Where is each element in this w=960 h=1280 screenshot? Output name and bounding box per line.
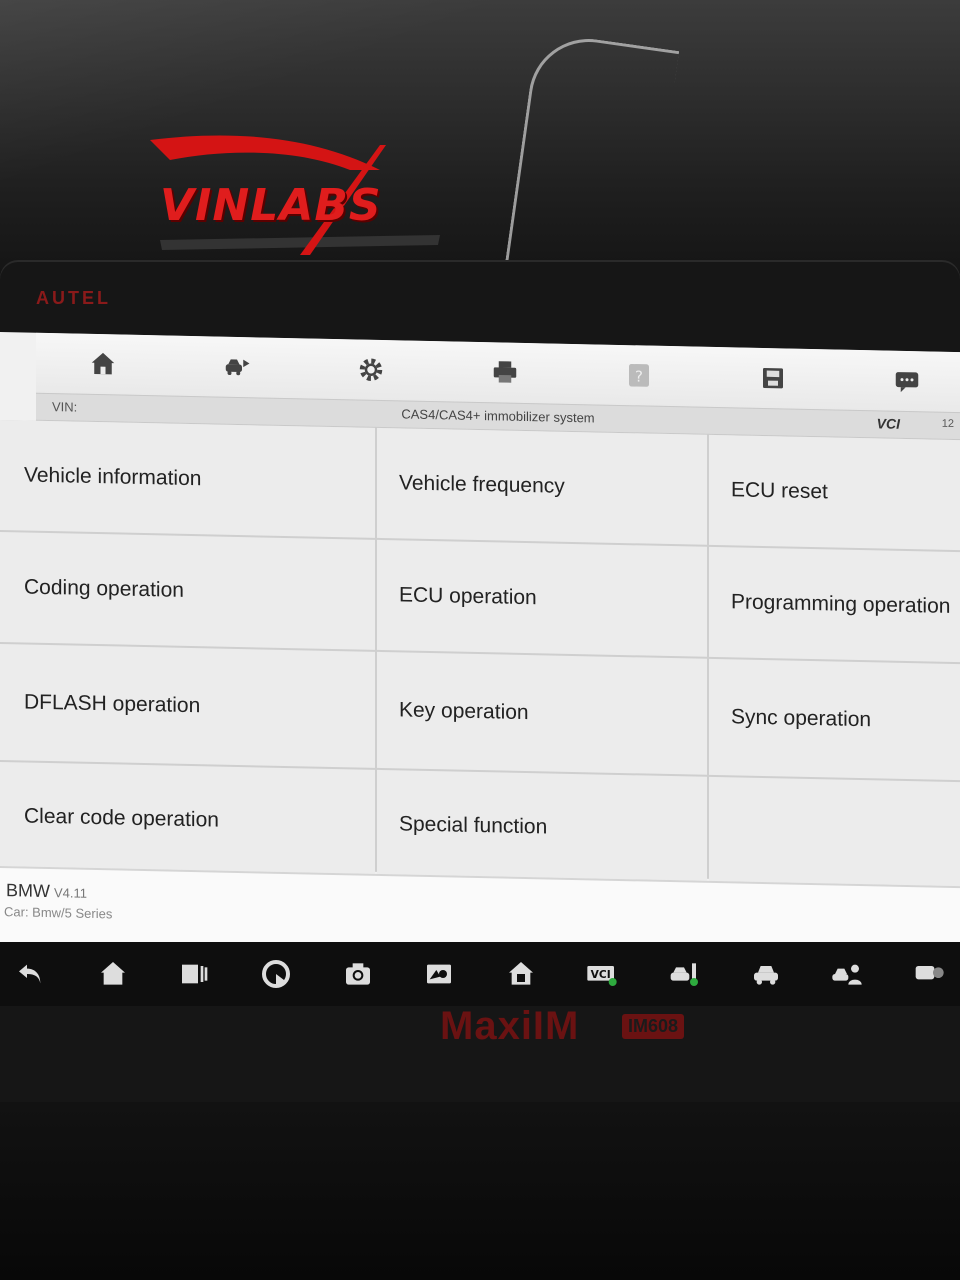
menu-item-coding-operation[interactable]: Coding operation — [0, 532, 375, 650]
home-icon[interactable] — [86, 347, 120, 382]
system-navigation-bar: VCI — [0, 942, 960, 1006]
gear-icon[interactable] — [354, 352, 388, 387]
vehicle-model: Car: Bmw/5 Series — [4, 904, 113, 922]
car-swap-icon[interactable] — [220, 350, 254, 385]
vci-status: VCI — [876, 415, 900, 432]
car-interior-background — [0, 0, 960, 292]
function-menu-grid: Vehicle information Vehicle frequency EC… — [0, 420, 960, 891]
tablet-device: AUTEL ? VIN: CAS4/CAS4+ immobilizer syst… — [0, 262, 960, 1102]
car-key-icon[interactable] — [663, 953, 705, 995]
battery-voltage: 12 — [941, 417, 954, 430]
message-icon[interactable] — [908, 953, 950, 995]
menu-item-programming-operation[interactable]: Programming operation — [709, 546, 960, 663]
browser-icon[interactable] — [255, 953, 297, 995]
menu-item-vehicle-information[interactable]: Vehicle information — [0, 420, 375, 538]
menu-item-sync-operation[interactable]: Sync operation — [709, 658, 960, 781]
menu-item-ecu-operation[interactable]: ECU operation — [377, 539, 707, 657]
svg-text:?: ? — [635, 368, 643, 386]
menu-item-vehicle-frequency[interactable]: Vehicle frequency — [377, 427, 707, 545]
software-version: V4.11 — [54, 885, 88, 901]
car-icon[interactable] — [745, 953, 787, 995]
vehicle-make-label: BMW — [6, 880, 50, 902]
home-alt-icon[interactable] — [500, 953, 542, 995]
vehicle-make: BMW V4.11 — [6, 880, 87, 903]
menu-item-ecu-reset[interactable]: ECU reset — [709, 434, 960, 551]
tablet-screen: ? VIN: CAS4/CAS4+ immobilizer system VCI… — [0, 332, 960, 963]
menu-item-dflash-operation[interactable]: DFLASH operation — [0, 644, 375, 768]
menu-item-empty — [709, 776, 960, 891]
watermark-text: VINLABS — [160, 180, 382, 231]
printer-icon[interactable] — [488, 355, 522, 390]
home-icon[interactable] — [92, 953, 134, 995]
device-brand: AUTEL — [36, 288, 111, 308]
camera-icon[interactable] — [337, 953, 379, 995]
menu-item-special-function[interactable]: Special function — [377, 769, 707, 885]
save-icon[interactable] — [756, 361, 790, 396]
device-model: MaxiIM — [440, 1004, 580, 1048]
usb-cable — [503, 31, 680, 292]
support-icon[interactable] — [826, 953, 868, 995]
back-icon[interactable] — [10, 953, 52, 995]
device-model-badge: IM608 — [622, 1014, 685, 1039]
help-icon[interactable]: ? — [622, 358, 656, 393]
svg-text:VCI: VCI — [591, 968, 611, 981]
display-icon[interactable] — [418, 953, 460, 995]
car-seat-background — [0, 1102, 960, 1280]
recent-apps-icon[interactable] — [173, 953, 215, 995]
menu-item-clear-code-operation[interactable]: Clear code operation — [0, 762, 375, 878]
menu-item-key-operation[interactable]: Key operation — [377, 651, 707, 775]
message-icon[interactable] — [890, 364, 924, 399]
vinlabs-watermark-logo: VINLABS — [150, 130, 450, 260]
vci-icon[interactable]: VCI — [581, 953, 623, 995]
